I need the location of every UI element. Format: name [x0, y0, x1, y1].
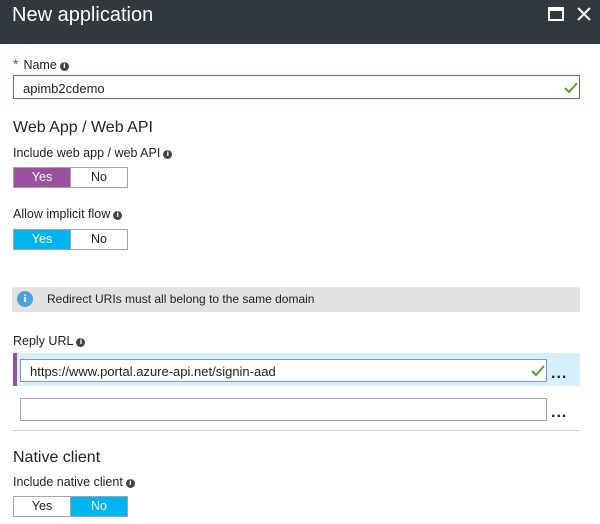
reply-url-valid-check-icon — [531, 365, 545, 377]
name-input[interactable]: apimb2cdemo — [13, 75, 580, 99]
reply-url-label: Reply URL — [13, 334, 74, 348]
redirect-info-text: Redirect URIs must all belong to the sam… — [47, 292, 315, 306]
implicit-flow-label: Allow implicit flow — [13, 207, 111, 221]
native-client-section-title: Native client — [13, 449, 101, 466]
blade-header: New application — [0, 0, 600, 44]
name-valid-check-icon — [564, 82, 578, 94]
section-divider — [12, 430, 580, 431]
include-native-client-label: Include native client — [13, 475, 123, 489]
maximize-icon — [548, 7, 564, 21]
blade-title: New application — [12, 4, 154, 26]
reply-url-2-more-button[interactable]: ... — [551, 405, 567, 421]
web-app-section-title: Web App / Web API — [13, 119, 153, 136]
implicit-flow-toggle: Yes No — [13, 229, 128, 250]
include-web-app-toggle: Yes No — [13, 167, 128, 188]
reply-url-input-1-value: https://www.portal.azure-api.net/signin-… — [30, 364, 276, 379]
name-label: Name — [23, 58, 57, 72]
reply-url-input-1[interactable]: https://www.portal.azure-api.net/signin-… — [20, 359, 547, 382]
reply-url-info-icon[interactable]: i — [76, 338, 86, 347]
implicit-flow-info-icon[interactable]: i — [113, 211, 123, 220]
include-web-app-label-row: Include web app / web API i — [13, 146, 173, 160]
include-web-app-label: Include web app / web API — [13, 146, 161, 160]
reply-url-input-2[interactable] — [20, 398, 547, 421]
name-label-row: * Name i — [13, 56, 69, 72]
reply-url-label-row: Reply URL i — [13, 334, 86, 348]
implicit-flow-no[interactable]: No — [70, 230, 127, 249]
reply-url-1-more-button[interactable]: ... — [551, 366, 567, 382]
close-icon — [577, 7, 591, 21]
include-native-client-no[interactable]: No — [70, 497, 127, 516]
required-marker: * — [13, 56, 19, 72]
name-input-value: apimb2cdemo — [23, 81, 105, 96]
include-native-client-toggle: Yes No — [13, 496, 128, 517]
include-web-app-yes[interactable]: Yes — [14, 168, 70, 187]
include-web-app-no[interactable]: No — [70, 168, 127, 187]
info-icon: i — [17, 291, 33, 307]
close-button[interactable] — [574, 4, 594, 24]
include-native-client-label-row: Include native client i — [13, 475, 135, 489]
implicit-flow-label-row: Allow implicit flow i — [13, 207, 123, 221]
name-info-icon[interactable]: i — [59, 62, 69, 71]
include-web-app-info-icon[interactable]: i — [163, 150, 173, 159]
redirect-info-bar: i Redirect URIs must all belong to the s… — [12, 287, 580, 312]
include-native-client-yes[interactable]: Yes — [14, 497, 70, 516]
maximize-button[interactable] — [546, 4, 566, 24]
include-native-client-info-icon[interactable]: i — [125, 479, 135, 488]
implicit-flow-yes[interactable]: Yes — [14, 230, 70, 249]
